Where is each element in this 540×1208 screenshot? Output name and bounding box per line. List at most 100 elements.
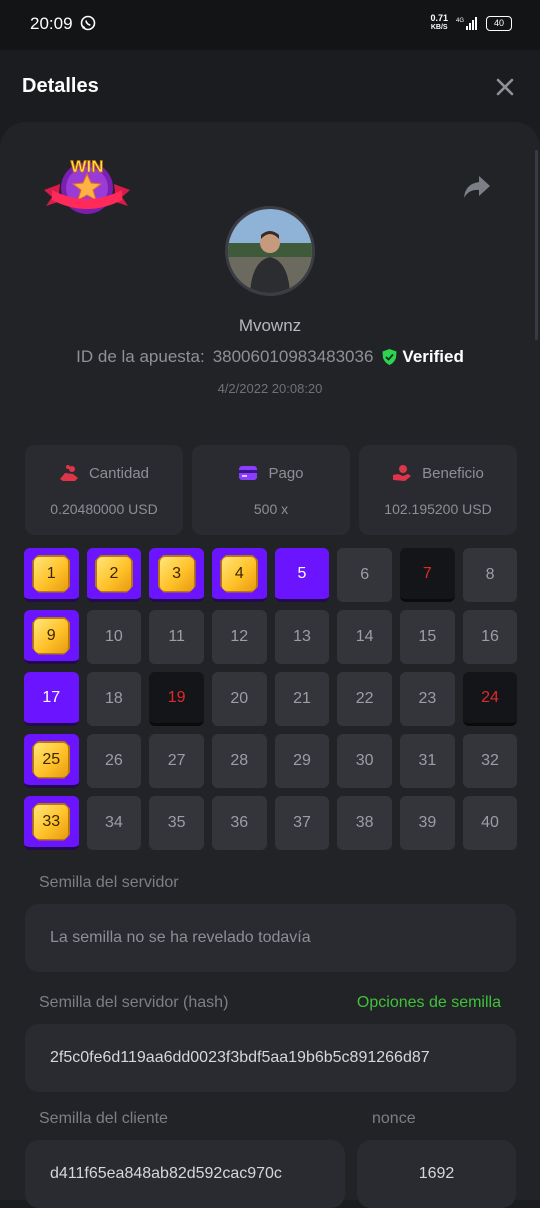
- stat-profit: Beneficio 102.195200 USD: [359, 445, 517, 535]
- hand-icon: [393, 465, 412, 481]
- stat-amount-head: Cantidad: [25, 464, 183, 482]
- grid-cell-number: 28: [230, 752, 249, 769]
- stat-amount: Cantidad 0.20480000 USD: [25, 445, 183, 535]
- grid-cell-10: 10: [86, 610, 142, 664]
- grid-cell-23: 23: [400, 672, 455, 726]
- gem-tile-icon: 25: [32, 740, 71, 779]
- grid-cell-number: 10: [105, 628, 123, 645]
- bet-date: 4/2/2022 20:08:20: [217, 381, 323, 396]
- grid-cell-number: 37: [293, 814, 311, 831]
- card-icon: [239, 466, 258, 480]
- page-title: Detalles: [22, 75, 99, 97]
- grid-cell-number: 20: [230, 690, 249, 707]
- net-speed-unit: KB/S: [430, 24, 448, 31]
- grid-cell-number: 5: [297, 564, 307, 582]
- grid-cell-13: 13: [274, 610, 330, 664]
- status-bar: 20:09 0.71 KB/S 4G 40: [0, 0, 540, 50]
- grid-cell-number: 14: [355, 628, 374, 645]
- grid-cell-15: 15: [400, 610, 455, 664]
- grid-cell-number: 6: [360, 566, 370, 583]
- scrollbar: [535, 150, 538, 340]
- verified-badge: Verified: [381, 347, 464, 367]
- grid-cell-3: 3: [149, 548, 204, 602]
- grid-cell-14: 14: [337, 610, 392, 664]
- grid-cell-40: 40: [462, 796, 518, 850]
- grid-cell-21: 21: [274, 672, 330, 726]
- grid-cell-1: 1: [24, 548, 79, 602]
- grid-cell-number: 29: [293, 752, 311, 769]
- nonce-value: 1692: [418, 1165, 455, 1182]
- seed-options-link[interactable]: Opciones de semilla: [357, 994, 501, 1012]
- stat-payout-label: Pago: [268, 464, 304, 482]
- gem-tile-icon: 3: [157, 554, 196, 593]
- grid-cell-number: 36: [230, 814, 249, 831]
- grid-cell-6: 6: [337, 548, 392, 602]
- grid-cell-25: 25: [24, 734, 79, 788]
- share-icon[interactable]: [462, 174, 492, 200]
- grid-cell-number: 32: [481, 752, 499, 769]
- grid-cell-16: 16: [462, 610, 518, 664]
- grid-cell-29: 29: [274, 734, 330, 788]
- grid-cell-5: 5: [274, 548, 330, 602]
- stats-row: Cantidad 0.20480000 USD Pago 500 x Benef…: [25, 445, 517, 535]
- gem-tile-icon: 33: [32, 802, 71, 841]
- grid-cell-number: 27: [167, 752, 186, 769]
- grid-cell-number: 30: [355, 752, 374, 769]
- nonce-label: nonce: [372, 1110, 416, 1127]
- client-seed-field[interactable]: d411f65ea848ab82d592cac970c: [25, 1140, 345, 1208]
- grid-cell-34: 34: [86, 796, 142, 850]
- grid-cell-number: 16: [481, 628, 499, 645]
- nonce-field[interactable]: 1692: [357, 1140, 516, 1208]
- status-time: 20:09: [30, 14, 73, 33]
- grid-cell-number: 38: [355, 814, 374, 831]
- grid-cell-39: 39: [400, 796, 455, 850]
- stat-amount-label: Cantidad: [88, 464, 150, 482]
- stat-profit-label: Beneficio: [422, 464, 484, 482]
- close-icon[interactable]: [494, 76, 516, 98]
- grid-cell-22: 22: [337, 672, 392, 726]
- stat-payout: Pago 500 x: [192, 445, 350, 535]
- grid-cell-number: 15: [418, 628, 437, 645]
- grid-cell-number: 35: [167, 814, 186, 831]
- grid-cell-2: 2: [86, 548, 142, 602]
- grid-cell-12: 12: [212, 610, 267, 664]
- grid-cell-number: 17: [42, 688, 61, 706]
- gem-tile-icon: 2: [94, 554, 133, 593]
- win-badge-icon: WIN: [44, 157, 130, 214]
- grid-cell-28: 28: [212, 734, 267, 788]
- server-hash-field[interactable]: 2f5c0fe6d119aa6dd0023f3bdf5aa19b6b5c8912…: [25, 1024, 516, 1092]
- net-speed-value: 0.71: [430, 13, 448, 23]
- grid-cell-number: 24: [481, 688, 499, 706]
- verified-label: Verified: [402, 347, 464, 366]
- grid-cell-number: 7: [422, 564, 432, 582]
- grid-cell-18: 18: [86, 672, 142, 726]
- grid-cell-number: 23: [418, 690, 437, 707]
- grid-cell-32: 32: [462, 734, 518, 788]
- client-seed-label: Semilla del cliente: [39, 1110, 168, 1127]
- grid-cell-17: 17: [24, 672, 79, 726]
- battery-icon: 40: [486, 15, 512, 31]
- header: Detalles: [0, 50, 540, 122]
- stat-amount-value: 0.20480000 USD: [50, 501, 158, 517]
- grid-cell-37: 37: [274, 796, 330, 850]
- username: Mvownz: [238, 316, 302, 335]
- grid-cell-24: 24: [462, 672, 518, 726]
- avatar: [225, 206, 315, 296]
- avatar-photo: [228, 209, 312, 293]
- net-speed: 0.71 KB/S: [430, 14, 448, 32]
- server-seed-field[interactable]: La semilla no se ha revelado todavía: [25, 904, 516, 972]
- grid-cell-number: 31: [418, 752, 437, 769]
- grid-cell-4: 4: [212, 548, 267, 602]
- coins-icon: [59, 465, 78, 481]
- stat-payout-value: 500 x: [253, 501, 289, 517]
- grid-cell-number: 22: [355, 690, 374, 707]
- grid-cell-20: 20: [212, 672, 267, 726]
- grid-cell-33: 33: [24, 796, 79, 850]
- server-hash-value: 2f5c0fe6d119aa6dd0023f3bdf5aa19b6b5c8912…: [50, 1049, 430, 1066]
- grid-cell-8: 8: [462, 548, 518, 602]
- grid-cell-number: 21: [293, 690, 311, 707]
- grid-cell-number: 19: [167, 688, 186, 706]
- grid-cell-38: 38: [337, 796, 392, 850]
- grid-cell-number: 18: [105, 690, 123, 707]
- bet-id: 38006010983483036: [212, 347, 374, 366]
